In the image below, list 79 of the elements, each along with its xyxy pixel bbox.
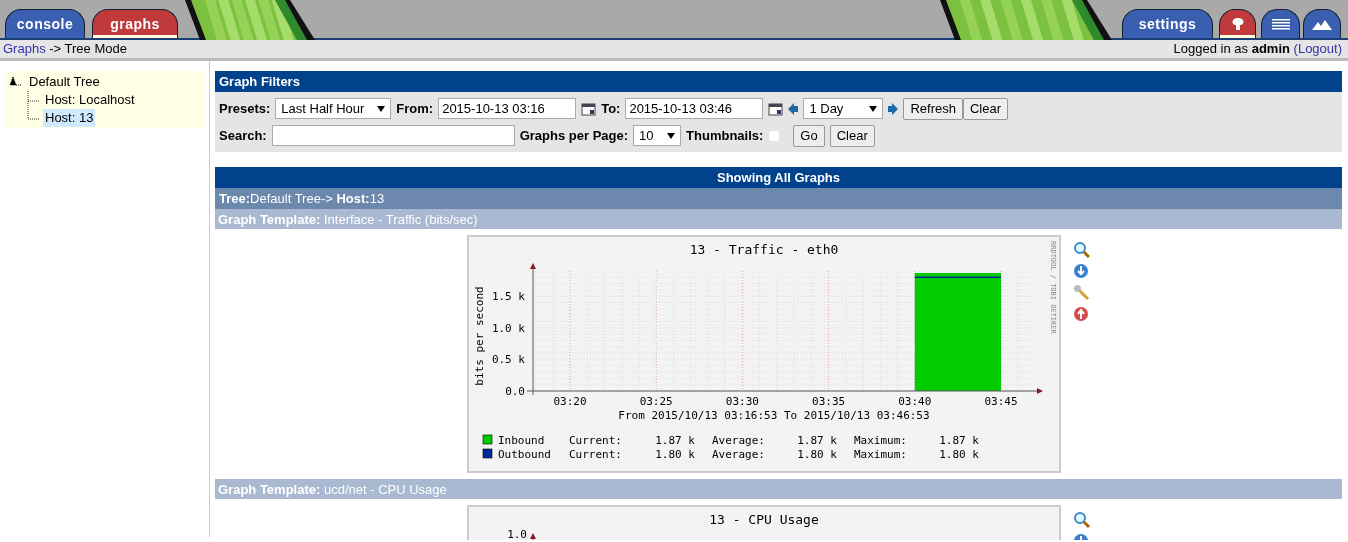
tick-label: 1.5 k <box>491 290 525 304</box>
field-label: Graphs per Page: <box>519 126 629 145</box>
zoom-icon[interactable] <box>1073 241 1090 258</box>
tick-label: 1.0 <box>507 528 527 540</box>
tree-item[interactable]: Default Tree <box>27 73 102 91</box>
username: admin <box>1251 41 1290 57</box>
field-label: Search: <box>219 126 267 145</box>
presets-select[interactable]: Last Half Hour <box>275 98 392 119</box>
breadcrumb-link[interactable]: Graphs <box>3 41 46 57</box>
caret-icon <box>869 105 878 112</box>
refresh-button[interactable]: Refresh <box>903 97 963 120</box>
section-header: Showing All Graphs <box>215 167 1342 188</box>
legend-text: 1.87 k <box>797 434 837 447</box>
settings-tab[interactable]: settings <box>1122 9 1213 38</box>
logout-link[interactable]: (Logout) <box>1293 41 1342 57</box>
legend-text: 1.80 k <box>939 448 979 461</box>
to-field[interactable]: 2015-10-13 03:46 <box>625 98 764 119</box>
tree-item[interactable]: Host: Localhost <box>43 91 137 109</box>
tick-label: 03:40 <box>898 395 932 408</box>
clear-button[interactable]: Clear <box>962 97 1008 120</box>
search-field[interactable] <box>271 125 515 146</box>
clear-button[interactable]: Clear <box>829 124 875 147</box>
axis-label: bits per second <box>473 286 486 386</box>
tick-label: 03:20 <box>553 395 587 408</box>
caret-icon <box>667 132 676 139</box>
legend-text: Inbound <box>498 434 545 447</box>
tree-tab[interactable] <box>1219 9 1256 38</box>
tree-root-icon <box>9 76 23 88</box>
tick-label: 03:45 <box>984 395 1018 408</box>
legend-text: 1.80 k <box>797 448 837 461</box>
legend-text: 1.87 k <box>939 434 979 447</box>
field-label: Thumbnails: <box>686 126 764 145</box>
tick-label: 03:35 <box>812 395 846 408</box>
legend-text: Current: <box>569 434 622 447</box>
template-title: Graph Template: ucd/net - CPU Usage <box>218 482 447 497</box>
right-arrow-icon[interactable] <box>888 101 899 116</box>
list-tab[interactable] <box>1261 9 1300 38</box>
calendar-icon[interactable] <box>768 101 784 116</box>
breadcrumb-text: -> Tree Mode <box>49 41 127 57</box>
caret-icon <box>377 105 386 112</box>
per-page-select[interactable]: 10 <box>633 125 682 146</box>
legend-text: Average: <box>712 434 765 447</box>
wrench-icon[interactable] <box>1073 284 1090 301</box>
go-button[interactable]: Go <box>793 124 825 147</box>
chart-title: 13 - CPU Usage <box>709 512 819 527</box>
y-axis <box>530 533 536 540</box>
chart-subtitle: From 2015/10/13 03:16:53 To 2015/10/13 03:46:53 <box>618 409 930 422</box>
tree-path-text: Tree:Default Tree-> Host:13 <box>219 191 385 206</box>
field-label: Presets: <box>219 99 271 118</box>
timespan-select[interactable]: 1 Day <box>803 98 884 119</box>
login-text: Logged in as <box>1173 41 1249 57</box>
from-field[interactable]: 2015-10-13 03:16 <box>438 98 577 119</box>
template-title: Graph Template: Interface - Traffic (bits/sec) <box>218 212 478 227</box>
chart-title: 13 - Traffic - eth0 <box>689 242 839 257</box>
tick-label: 0.0 <box>505 385 525 398</box>
tick-label: 03:30 <box>725 395 759 408</box>
legend-text: 1.87 k <box>655 434 695 447</box>
tick-label: 1.0 k <box>491 321 525 335</box>
legend-text: 1.80 k <box>655 448 695 461</box>
mountain-tab[interactable] <box>1303 9 1341 38</box>
zoom-icon[interactable] <box>1073 511 1090 528</box>
left-arrow-icon[interactable] <box>788 101 799 116</box>
legend-text: Current: <box>569 448 622 461</box>
field-label: To: <box>601 99 621 118</box>
tick-label: 0.5 k <box>491 353 525 367</box>
nav-tab[interactable]: graphs <box>92 9 178 38</box>
calendar-icon[interactable] <box>581 101 597 116</box>
legend-text: Maximum: <box>854 434 907 447</box>
nav-tab[interactable]: console <box>5 9 85 38</box>
download-icon[interactable] <box>1073 263 1089 279</box>
legend-text: Outbound <box>498 448 551 461</box>
tick-label: 03:25 <box>639 395 673 408</box>
thumbnails-checkbox[interactable] <box>768 129 781 142</box>
panel-header: Graph Filters <box>215 71 1342 92</box>
legend-text: Average: <box>712 448 765 461</box>
tree-item[interactable]: Host: 13 <box>43 109 96 127</box>
legend-text: Maximum: <box>854 448 907 461</box>
list-icon <box>1269 16 1292 32</box>
field-label: From: <box>396 99 434 118</box>
